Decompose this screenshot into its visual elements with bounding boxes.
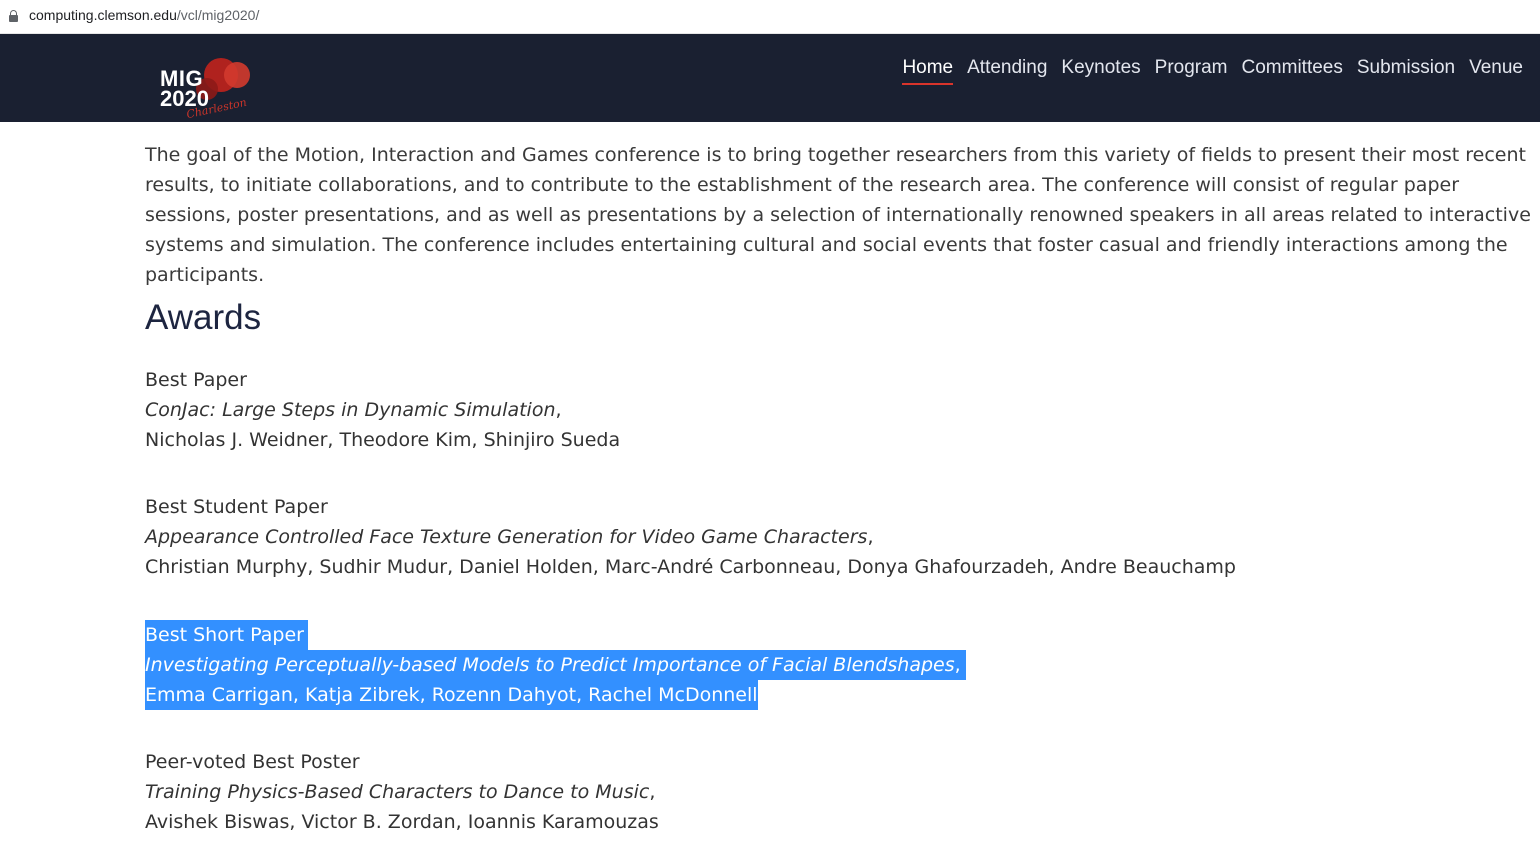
nav-home[interactable]: Home [895,56,960,85]
award-paper-title: Appearance Controlled Face Texture Gener… [145,526,868,548]
mig2020-logo[interactable]: MIG 2020 Charleston [158,54,258,122]
nav-program[interactable]: Program [1148,56,1235,80]
lock-icon[interactable] [9,10,18,22]
award-authors: Emma Carrigan, Katja Zibrek, Rozenn Dahy… [145,680,758,710]
award-paper-title: ConJac: Large Steps in Dynamic Simulatio… [145,399,556,421]
award-best-short-paper[interactable]: Best Short Paper Investigating Perceptua… [145,620,966,710]
browser-address-bar[interactable]: computing.clemson.edu/vcl/mig2020/ [0,0,1540,34]
url-host: computing.clemson.edu [29,7,177,23]
award-authors: Christian Murphy, Sudhir Mudur, Daniel H… [145,556,1236,578]
main-nav: Home Attending Keynotes Program Committe… [895,56,1530,85]
award-paper-title: Training Physics-Based Characters to Dan… [145,781,650,803]
award-best-paper: Best Paper ConJac: Large Steps in Dynami… [145,365,620,455]
nav-submission[interactable]: Submission [1350,56,1462,80]
awards-heading: Awards [145,298,262,337]
award-best-poster: Peer-voted Best Poster Training Physics-… [145,747,659,837]
award-category: Best Short Paper [145,620,308,650]
award-category: Peer-voted Best Poster [145,751,360,773]
award-paper-title: Investigating Perceptually-based Models … [145,654,955,676]
award-authors: Nicholas J. Weidner, Theodore Kim, Shinj… [145,429,621,451]
url-path: /vcl/mig2020/ [176,7,260,23]
nav-committees[interactable]: Committees [1235,56,1350,80]
award-category: Best Paper [145,369,247,391]
main-content: The goal of the Motion, Interaction and … [145,140,1535,833]
nav-venue[interactable]: Venue [1462,56,1530,80]
url-text[interactable]: computing.clemson.edu/vcl/mig2020/ [29,7,259,23]
award-category: Best Student Paper [145,496,328,518]
award-authors: Avishek Biswas, Victor B. Zordan, Ioanni… [145,811,659,833]
award-best-student-paper: Best Student Paper Appearance Controlled… [145,492,1236,582]
nav-keynotes[interactable]: Keynotes [1054,56,1147,80]
site-header: MIG 2020 Charleston Home Attending Keyno… [0,34,1540,122]
intro-paragraph: The goal of the Motion, Interaction and … [145,144,1531,286]
nav-attending[interactable]: Attending [960,56,1054,80]
